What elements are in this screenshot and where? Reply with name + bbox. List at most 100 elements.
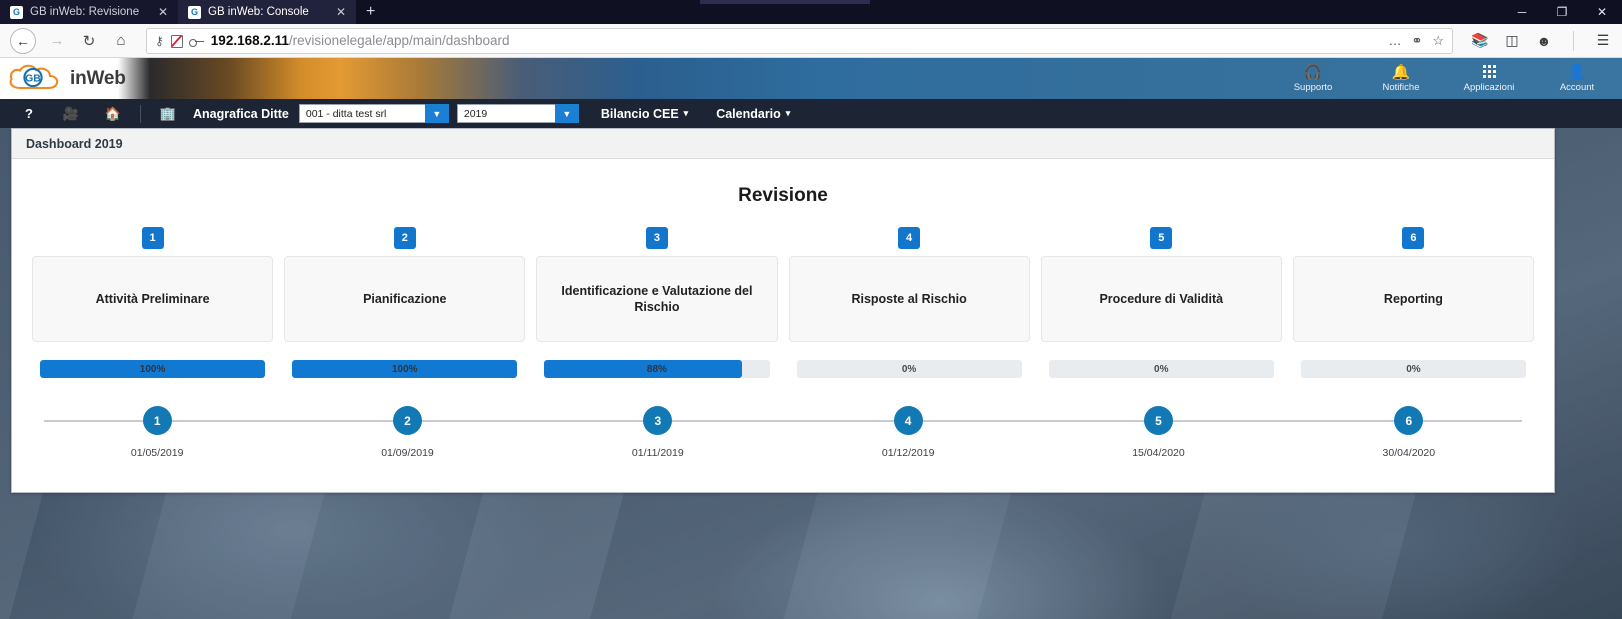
anagrafica-ditte-label[interactable]: Anagrafica Ditte	[193, 107, 289, 121]
company-select[interactable]: 001 - ditta test srl ▼	[298, 104, 449, 123]
year-select[interactable]: 2019 ▼	[456, 104, 579, 123]
step-card[interactable]: Reporting	[1292, 256, 1535, 342]
timeline-item-3[interactable]: 3 01/11/2019	[533, 400, 783, 459]
applications-label: Applicazioni	[1463, 81, 1515, 93]
chevron-down-icon: ▾	[785, 108, 791, 118]
step-column-2: 2 Pianificazione	[284, 227, 526, 342]
video-icon[interactable]: 🎥	[50, 106, 92, 122]
bookmark-star-icon[interactable]: ☆	[1432, 33, 1444, 49]
progress-bar: 0%	[796, 360, 1022, 378]
timeline-date: 01/09/2019	[381, 447, 434, 459]
notifications-button[interactable]: 🔔 Notifiche	[1370, 65, 1432, 93]
page-actions-icon[interactable]: …	[1388, 33, 1401, 48]
support-label: Supporto	[1293, 81, 1333, 93]
app-logo-text: inWeb	[70, 67, 126, 89]
tab-title: GB inWeb: Console	[208, 6, 309, 18]
tab-title: GB inWeb: Revisione	[30, 6, 140, 18]
menu-bilancio-cee-label: Bilancio CEE	[600, 106, 679, 121]
sidebar-icon[interactable]: ◫	[1503, 32, 1521, 49]
back-button[interactable]: ←	[10, 27, 36, 54]
timeline-items: 1 01/05/2019 2 01/09/2019 3 01/11/2019 4…	[32, 400, 1534, 459]
progress-label: 88%	[646, 363, 667, 375]
grid-apps-icon	[1482, 64, 1496, 81]
address-bar-actions: … ⚭ ☆	[1388, 33, 1444, 49]
minimize-icon[interactable]: ─	[1502, 0, 1542, 24]
nav-divider	[140, 104, 141, 123]
step-badge: 3	[645, 227, 668, 249]
progress-label: 0%	[1154, 363, 1169, 375]
company-select-value: 001 - ditta test srl	[298, 104, 425, 123]
timeline-date: 30/04/2020	[1382, 447, 1436, 459]
gb-favicon	[188, 5, 201, 19]
key-icon[interactable]	[188, 36, 205, 47]
header-actions: 🎧 Supporto 🔔 Notifiche Applicazioni 👤 Ac…	[1282, 58, 1616, 99]
library-icon[interactable]: 📚	[1471, 32, 1489, 49]
timeline-item-2[interactable]: 2 01/09/2019	[282, 400, 532, 459]
browser-tab-console[interactable]: GB inWeb: Console ✕	[178, 0, 356, 24]
page-title: Dashboard 2019	[26, 136, 123, 151]
account-button[interactable]: 👤 Account	[1546, 65, 1608, 93]
close-window-icon[interactable]: ✕	[1582, 0, 1622, 24]
panel-body: Revisione 1 Attività Preliminare 2 Piani…	[12, 159, 1554, 492]
toolbar-divider	[1573, 30, 1574, 51]
progress-col-3: 88%	[536, 360, 777, 378]
menu-icon[interactable]: ☰	[1594, 32, 1612, 49]
progress-bar: 0%	[1300, 360, 1527, 378]
step-card[interactable]: Risposte al Rischio	[788, 256, 1030, 342]
insecure-connection-icon[interactable]	[170, 34, 183, 48]
browser-tab-strip: GB inWeb: Revisione ✕ GB inWeb: Console …	[0, 0, 1622, 24]
chevron-down-icon[interactable]: ▼	[554, 104, 579, 123]
menu-bilancio-cee[interactable]: Bilancio CEE ▾	[601, 107, 688, 121]
url-host: 192.168.2.11	[210, 33, 289, 48]
step-badge: 1	[141, 227, 164, 249]
home-button[interactable]: ⌂	[106, 27, 136, 55]
step-card[interactable]: Attività Preliminare	[32, 256, 274, 342]
applications-button[interactable]: Applicazioni	[1458, 64, 1520, 93]
browser-tab-revisione[interactable]: GB inWeb: Revisione ✕	[0, 0, 178, 24]
maximize-icon[interactable]: ❐	[1542, 0, 1582, 24]
timeline-item-5[interactable]: 5 15/04/2020	[1033, 400, 1283, 459]
timeline-date: 01/11/2019	[631, 447, 684, 459]
progress-label: 0%	[901, 363, 917, 375]
step-card[interactable]: Procedure di Validità	[1040, 256, 1282, 342]
menu-calendario[interactable]: Calendario ▾	[716, 107, 790, 121]
support-button[interactable]: 🎧 Supporto	[1282, 65, 1344, 93]
step-column-5: 5 Procedure di Validità	[1040, 227, 1282, 342]
step-card[interactable]: Pianificazione	[284, 256, 526, 342]
app-logo[interactable]: GB inWeb	[6, 58, 126, 99]
pocket-icon[interactable]: ⚭	[1411, 33, 1422, 49]
timeline-item-6[interactable]: 6 30/04/2020	[1284, 400, 1534, 459]
browser-toolbar-right: 📚 ◫ ☻ ☰	[1463, 30, 1612, 51]
step-badge: 2	[393, 227, 416, 249]
progress-label: 0%	[1406, 363, 1421, 375]
close-icon[interactable]: ✕	[156, 6, 170, 18]
reload-button[interactable]: ↻	[74, 27, 104, 55]
timeline-dot: 1	[142, 406, 172, 435]
url-text: 192.168.2.11/revisionelegale/app/main/da…	[211, 33, 510, 48]
new-tab-button[interactable]: +	[356, 0, 385, 24]
app-nav-bar: ? 🎥 🏠 🏢 Anagrafica Ditte 001 - ditta tes…	[0, 99, 1622, 128]
help-icon[interactable]: ?	[8, 106, 50, 121]
step-column-4: 4 Risposte al Rischio	[788, 227, 1030, 342]
timeline-date: 15/04/2020	[1132, 447, 1185, 459]
window-drag-region	[700, 0, 870, 4]
home-icon[interactable]: 🏠	[92, 106, 134, 122]
page-content: Dashboard 2019 Revisione 1 Attività Prel…	[0, 128, 1622, 619]
chevron-down-icon[interactable]: ▼	[424, 104, 449, 123]
timeline-item-4[interactable]: 4 01/12/2019	[783, 400, 1033, 459]
step-card[interactable]: Identificazione e Valutazione del Rischi…	[536, 256, 778, 342]
timeline-dot: 2	[392, 406, 422, 435]
close-icon[interactable]: ✕	[334, 6, 348, 18]
account-icon[interactable]: ☻	[1535, 33, 1553, 49]
building-icon[interactable]: 🏢	[147, 106, 189, 122]
forward-button[interactable]: →	[42, 27, 72, 55]
svg-text:GB: GB	[25, 72, 41, 84]
address-bar[interactable]: ⚷ 192.168.2.11/revisionelegale/app/main/…	[146, 27, 1453, 54]
timeline-dot: 3	[643, 406, 673, 435]
shield-icon[interactable]: ⚷	[155, 34, 164, 48]
url-path: /revisionelegale/app/main/dashboard	[288, 33, 510, 48]
step-column-3: 3 Identificazione e Valutazione del Risc…	[536, 227, 778, 342]
timeline-item-1[interactable]: 1 01/05/2019	[32, 400, 282, 459]
timeline-date: 01/05/2019	[130, 447, 184, 459]
progress-col-2: 100%	[284, 360, 525, 378]
